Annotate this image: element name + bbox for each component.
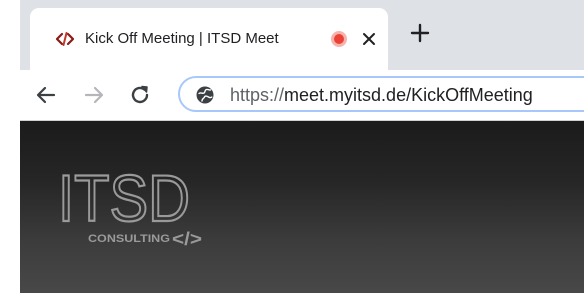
recording-dot-icon	[331, 31, 347, 47]
itsd-consulting-logo: ITSD CONSULTING </>	[58, 163, 202, 249]
tab-title: Kick Off Meeting | ITSD Meet	[85, 30, 279, 47]
back-arrow-icon[interactable]	[34, 83, 58, 107]
url-scheme: https://	[230, 85, 285, 105]
code-brackets-icon	[56, 32, 74, 46]
logo-code-symbol: </>	[172, 229, 202, 249]
reload-icon[interactable]	[128, 83, 152, 107]
plus-icon[interactable]	[410, 23, 430, 43]
close-icon[interactable]	[362, 32, 376, 46]
address-bar[interactable]: https://meet.myitsd.de/KickOffMeeting	[178, 76, 584, 112]
logo-tagline: CONSULTING	[88, 233, 170, 245]
url-host-path: meet.myitsd.de/KickOffMeeting	[284, 85, 533, 105]
logo-wordmark: ITSD	[58, 163, 190, 235]
active-tab[interactable]: Kick Off Meeting | ITSD Meet	[30, 8, 388, 70]
tab-strip: Kick Off Meeting | ITSD Meet	[20, 0, 584, 70]
url-text: https://meet.myitsd.de/KickOffMeeting	[230, 84, 533, 106]
forward-arrow-icon[interactable]	[82, 83, 106, 107]
toolbar: https://meet.myitsd.de/KickOffMeeting	[20, 70, 584, 121]
page-content: ITSD CONSULTING </>	[20, 121, 584, 293]
browser-window: Kick Off Meeting | ITSD Meet https://mee…	[20, 0, 584, 293]
site-info-icon[interactable]	[196, 86, 214, 104]
